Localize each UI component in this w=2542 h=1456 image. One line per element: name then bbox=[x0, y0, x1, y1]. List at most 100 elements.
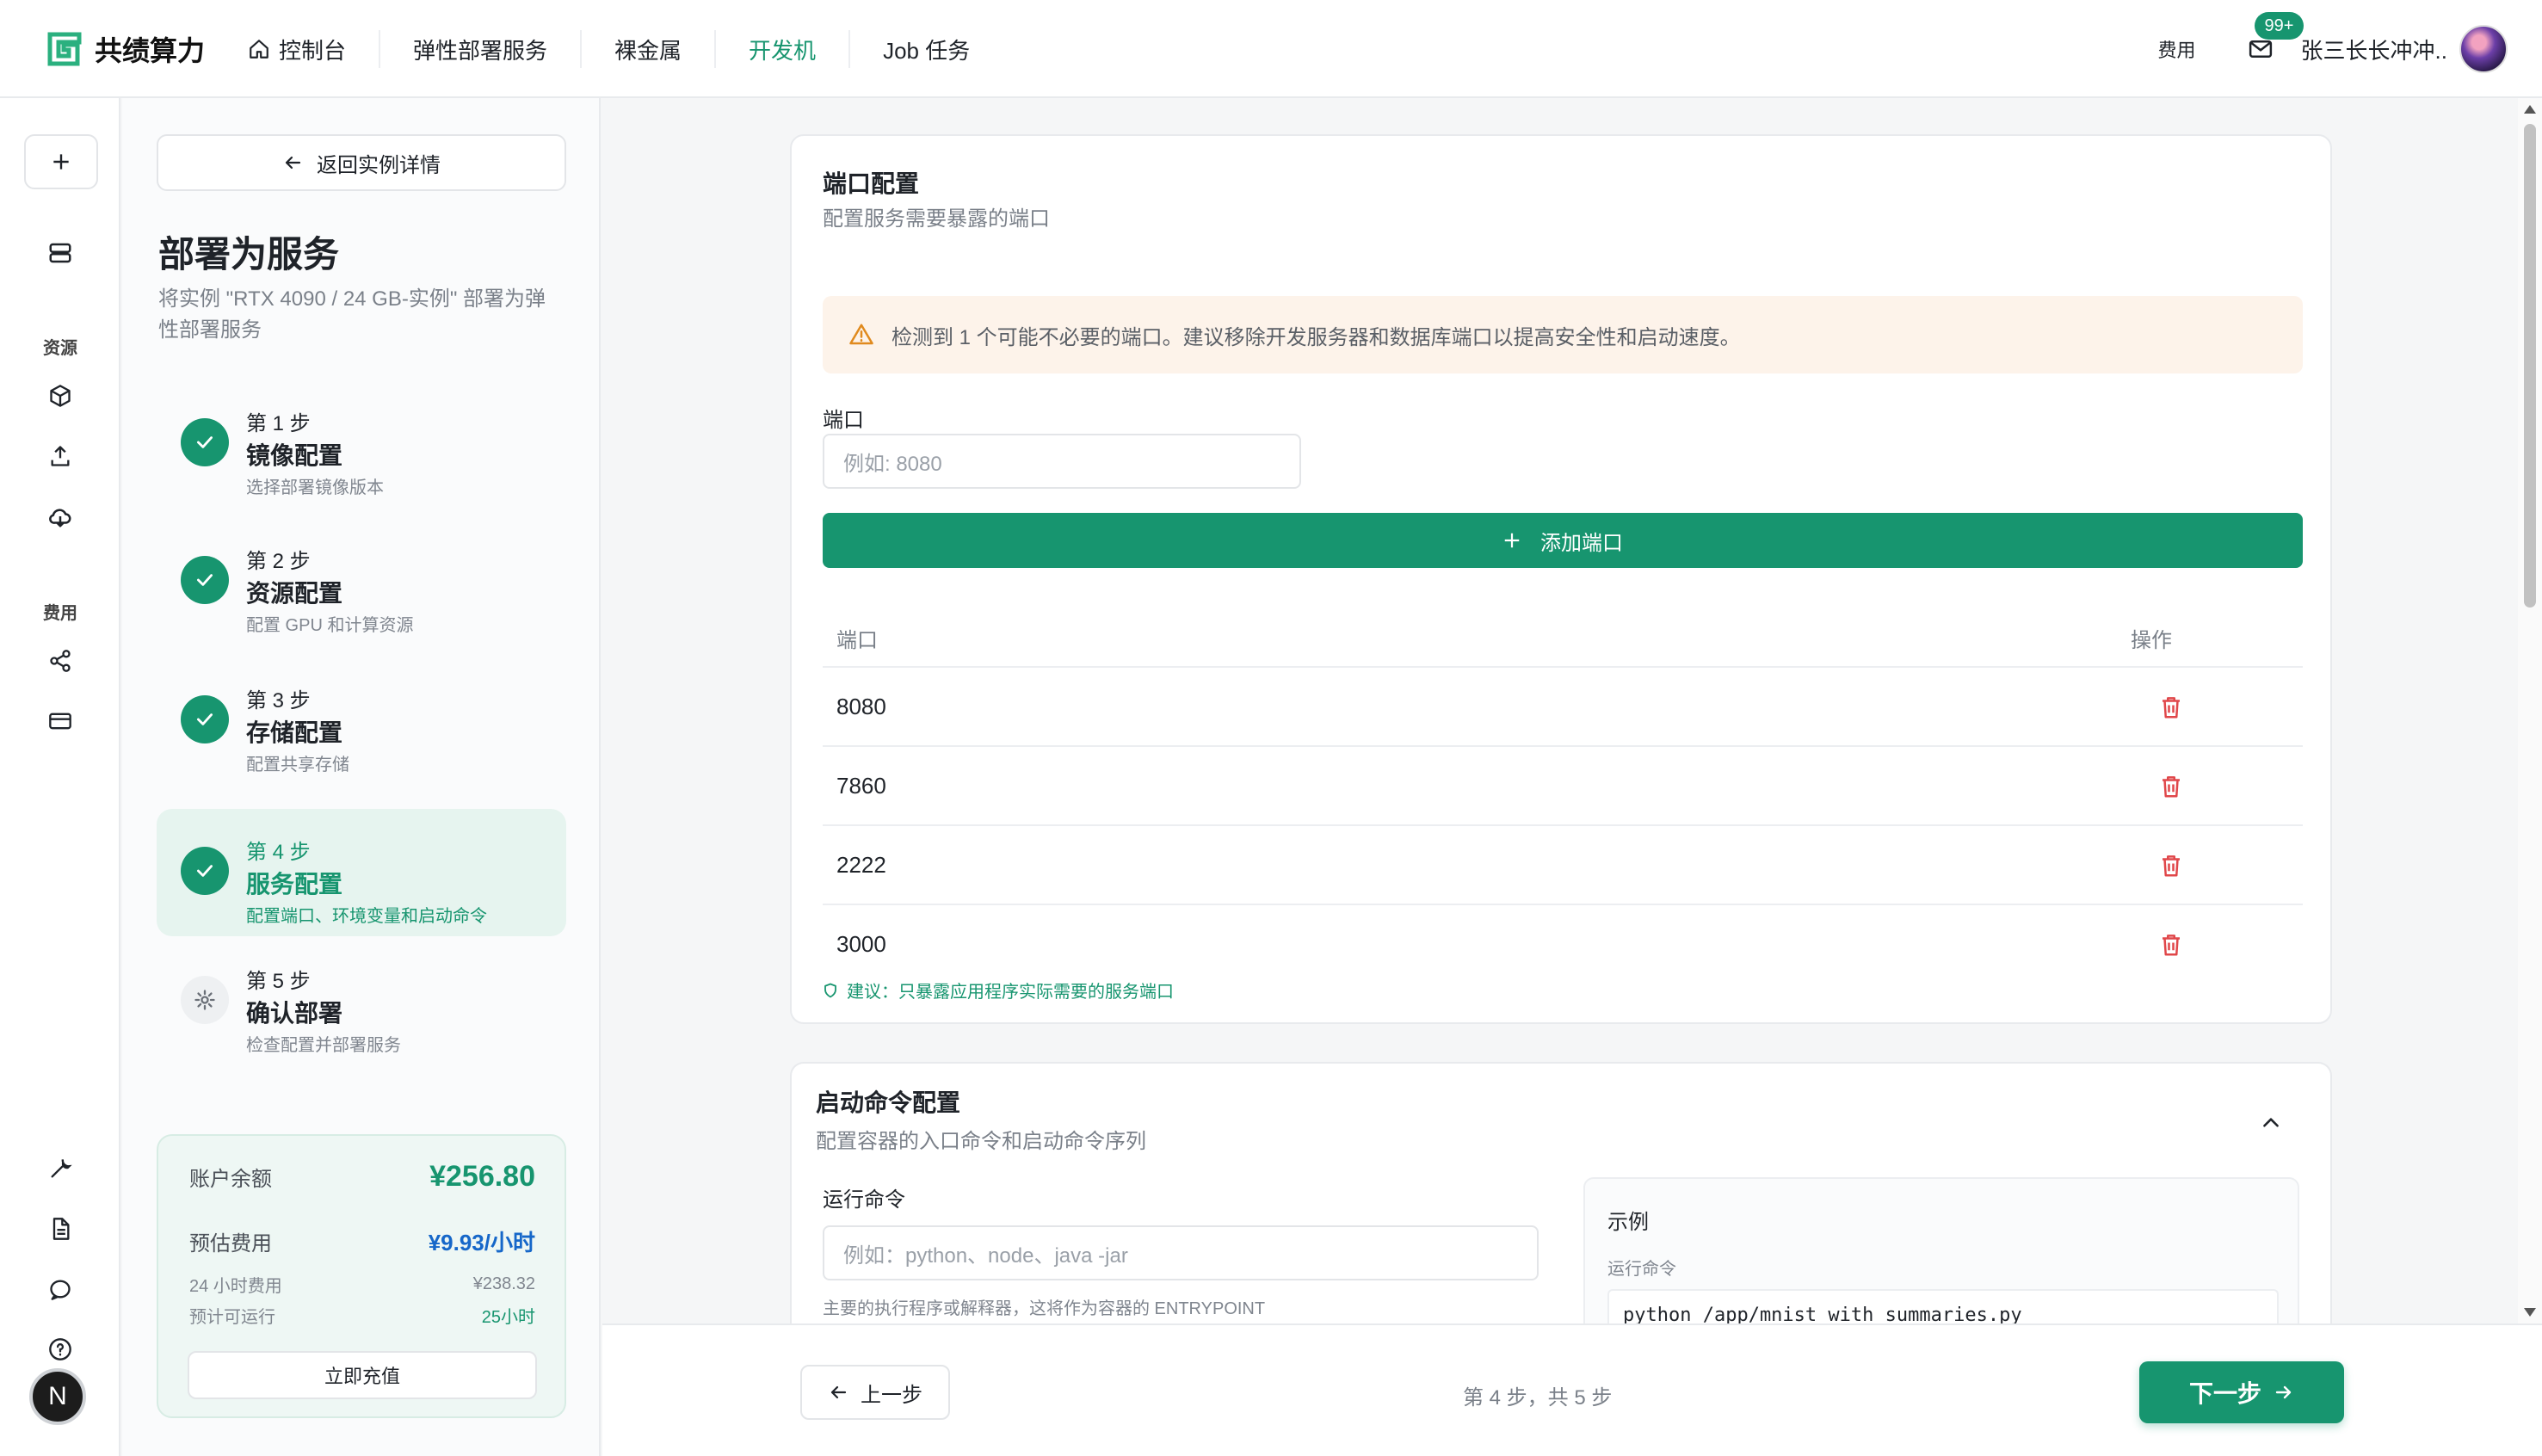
nav-item-job-tasks[interactable]: Job 任务 bbox=[850, 30, 1003, 68]
username[interactable]: 张三长长冲冲.. bbox=[2301, 34, 2447, 65]
chevron-up-icon[interactable] bbox=[2260, 1112, 2282, 1134]
wrench-icon bbox=[51, 1159, 72, 1178]
nav-item-label: Job 任务 bbox=[883, 37, 971, 64]
rail-item-docs[interactable] bbox=[43, 1212, 77, 1246]
step-item[interactable]: 第 1 步 镜像配置 选择部署镜像版本 bbox=[157, 380, 566, 508]
rail-avatar[interactable]: N bbox=[29, 1368, 86, 1425]
scroll-thumb[interactable] bbox=[2524, 124, 2536, 608]
step-name: 服务配置 bbox=[246, 871, 343, 898]
run-command-input[interactable]: 例如：python、node、java -jar bbox=[823, 1225, 1539, 1280]
brand-logo[interactable]: 共绩算力 bbox=[46, 29, 205, 69]
step-number: 第 1 步 bbox=[246, 412, 311, 435]
step-item[interactable]: 第 5 步 确认部署 检查配置并部署服务 bbox=[157, 938, 566, 1065]
port-value: 2222 bbox=[836, 852, 886, 878]
rail-item-share[interactable] bbox=[43, 644, 77, 678]
table-row: 3000 bbox=[823, 905, 2303, 984]
check-icon bbox=[197, 865, 213, 877]
estimate-value: ¥9.93/小时 bbox=[428, 1230, 535, 1255]
rail-item-servers[interactable] bbox=[43, 236, 77, 270]
rail-item-cloud[interactable] bbox=[43, 499, 77, 534]
mail-icon bbox=[2249, 40, 2272, 58]
port-value: 3000 bbox=[836, 931, 886, 957]
next-step-label: 下一步 bbox=[2188, 1380, 2261, 1407]
rail-item-upload[interactable] bbox=[43, 439, 77, 473]
next-step-button[interactable]: 下一步 bbox=[2139, 1361, 2344, 1423]
port-input[interactable]: 例如: 8080 bbox=[823, 434, 1301, 489]
plus-icon bbox=[53, 154, 69, 170]
add-port-button[interactable]: 添加端口 bbox=[823, 513, 2303, 568]
step-item-active[interactable]: 第 4 步 服务配置 配置端口、环境变量和启动命令 bbox=[157, 809, 566, 936]
previous-step-label: 上一步 bbox=[861, 1383, 922, 1407]
recharge-button[interactable]: 立即充值 bbox=[188, 1351, 537, 1399]
fee-link[interactable]: 费用 bbox=[2158, 35, 2196, 63]
nav-item-label: 开发机 bbox=[749, 37, 817, 64]
step-name: 资源配置 bbox=[246, 580, 343, 607]
add-port-label: 添加端口 bbox=[1540, 531, 1623, 555]
logo-mark-icon bbox=[47, 32, 82, 66]
shield-icon bbox=[824, 983, 836, 997]
rail-item-packages[interactable] bbox=[43, 379, 77, 413]
nav-item-bare-metal[interactable]: 裸金属 bbox=[582, 30, 717, 68]
document-icon bbox=[52, 1218, 70, 1240]
step-number: 第 4 步 bbox=[246, 841, 311, 864]
rail-item-help[interactable] bbox=[43, 1332, 77, 1367]
step-description: 检查配置并部署服务 bbox=[246, 1036, 401, 1055]
rail-item-tools[interactable] bbox=[43, 1151, 77, 1186]
wizard-footer: 上一步 第 4 步，共 5 步 下一步 bbox=[602, 1323, 2542, 1456]
step-done-badge bbox=[181, 847, 229, 895]
step-pending-badge bbox=[181, 976, 229, 1024]
cmd-card-subtitle: 配置容器的入口命令和启动命令序列 bbox=[816, 1130, 1146, 1153]
main-content: 端口配置 配置服务需要暴露的端口 检测到 1 个可能不必要的端口。建议移除开发服… bbox=[602, 98, 2521, 1323]
step-description: 配置端口、环境变量和启动命令 bbox=[246, 907, 487, 926]
port-config-card: 端口配置 配置服务需要暴露的端口 检测到 1 个可能不必要的端口。建议移除开发服… bbox=[790, 134, 2332, 1024]
nav-item-console[interactable]: 控制台 bbox=[244, 30, 381, 68]
page-subtitle: 将实例 "RTX 4090 / 24 GB-实例" 部署为弹性部署服务 bbox=[158, 287, 546, 342]
run-command-hint: 主要的执行程序或解释器，这将作为容器的 ENTRYPOINT bbox=[823, 1299, 1266, 1318]
cloud-icon bbox=[49, 509, 71, 527]
steps-panel: 返回实例详情 部署为服务 将实例 "RTX 4090 / 24 GB-实例" 部… bbox=[122, 98, 601, 1456]
arrow-left-icon bbox=[830, 1385, 847, 1399]
home-icon bbox=[250, 40, 268, 59]
check-icon bbox=[197, 713, 213, 725]
port-card-subtitle: 配置服务需要暴露的端口 bbox=[823, 207, 1050, 231]
port-field-label: 端口 bbox=[823, 409, 864, 432]
balance-card: 账户余额 ¥256.80 预估费用 ¥9.93/小时 24 小时费用 ¥238.… bbox=[157, 1134, 566, 1418]
scroll-up-arrow-icon[interactable] bbox=[2524, 105, 2536, 114]
plus-icon bbox=[1504, 533, 1520, 548]
back-to-instance-button[interactable]: 返回实例详情 bbox=[157, 134, 566, 191]
nav-item-elastic-deploy[interactable]: 弹性部署服务 bbox=[380, 30, 583, 68]
example-code: python /app/mnist_with_summaries.py bbox=[1607, 1289, 2279, 1323]
trash-icon[interactable] bbox=[2158, 852, 2184, 879]
step-progress-text: 第 4 步，共 5 步 bbox=[1463, 1386, 1613, 1410]
trash-icon[interactable] bbox=[2158, 773, 2184, 800]
runtime-value: 25小时 bbox=[481, 1308, 535, 1327]
upload-icon bbox=[51, 446, 70, 466]
step-done-badge bbox=[181, 418, 229, 466]
warning-text: 检测到 1 个可能不必要的端口。建议移除开发服务器和数据库端口以提高安全性和启动… bbox=[892, 325, 1741, 349]
example-run-label: 运行命令 bbox=[1607, 1260, 1676, 1279]
trash-icon[interactable] bbox=[2158, 931, 2184, 959]
table-row: 2222 bbox=[823, 826, 2303, 905]
scroll-down-arrow-icon[interactable] bbox=[2524, 1308, 2536, 1317]
step-item[interactable]: 第 2 步 资源配置 配置 GPU 和计算资源 bbox=[157, 518, 566, 645]
check-icon bbox=[197, 436, 213, 448]
previous-step-button[interactable]: 上一步 bbox=[800, 1365, 950, 1420]
rail-item-billing[interactable] bbox=[43, 704, 77, 738]
arrow-left-icon bbox=[285, 156, 301, 170]
main-scrollbar[interactable] bbox=[2518, 98, 2542, 1323]
mail-button[interactable]: 99+ bbox=[2246, 12, 2304, 64]
example-box: 示例 运行命令 python /app/mnist_with_summaries… bbox=[1583, 1177, 2299, 1323]
cmd-card-title: 启动命令配置 bbox=[816, 1089, 961, 1116]
trash-icon[interactable] bbox=[2158, 694, 2184, 721]
chat-icon bbox=[50, 1280, 71, 1300]
package-icon bbox=[50, 385, 71, 407]
rail-item-chat[interactable] bbox=[43, 1272, 77, 1306]
port-value: 7860 bbox=[836, 773, 886, 799]
table-row: 8080 bbox=[823, 668, 2303, 747]
startup-command-card: 启动命令配置 配置容器的入口命令和启动命令序列 运行命令 例如：python、n… bbox=[790, 1062, 2332, 1323]
create-button[interactable] bbox=[24, 134, 98, 189]
step-item[interactable]: 第 3 步 存储配置 配置共享存储 bbox=[157, 657, 566, 785]
step-done-badge bbox=[181, 556, 229, 604]
user-avatar[interactable] bbox=[2459, 25, 2508, 73]
nav-item-dev-machine[interactable]: 开发机 bbox=[716, 30, 851, 68]
